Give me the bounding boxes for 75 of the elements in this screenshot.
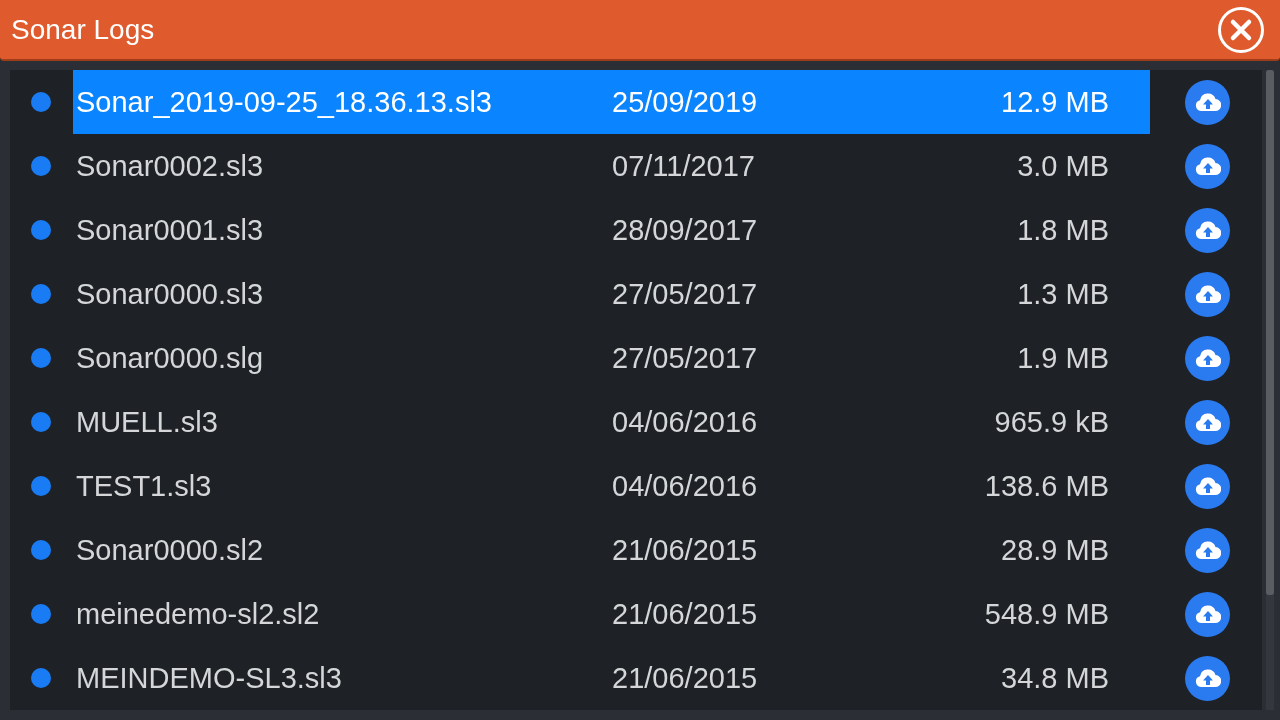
- upload-button[interactable]: [1185, 271, 1230, 317]
- file-name: Sonar0000.sl3: [75, 277, 265, 311]
- file-size: 3.0 MB: [1016, 149, 1109, 183]
- window-title: Sonar Logs: [11, 13, 155, 46]
- cloud-upload-icon: [1194, 668, 1221, 688]
- file-size: 12.9 MB: [1000, 85, 1109, 119]
- cloud-upload-icon: [1194, 604, 1221, 624]
- file-name: meinedemo-sl2.sl2: [75, 597, 321, 631]
- file-name: Sonar0002.sl3: [75, 149, 265, 183]
- bullet-icon: [31, 668, 51, 688]
- file-row[interactable]: Sonar_2019-09-25_18.36.13.sl3 25/09/2019 12.9 MB: [73, 70, 1150, 134]
- file-date: 04/06/2016: [612, 469, 759, 503]
- bullet-icon: [31, 348, 51, 368]
- upload-button[interactable]: [1185, 463, 1230, 509]
- file-date: 27/05/2017: [612, 341, 759, 375]
- close-button[interactable]: [1218, 6, 1264, 53]
- file-row[interactable]: Sonar0000.sl3 27/05/2017 1.3 MB: [73, 262, 1150, 326]
- bullet-icon: [31, 540, 51, 560]
- file-size: 548.9 MB: [983, 597, 1109, 631]
- file-size: 965.9 kB: [993, 405, 1109, 439]
- upload-button[interactable]: [1185, 527, 1230, 573]
- file-name: Sonar_2019-09-25_18.36.13.sl3: [75, 85, 493, 119]
- cloud-upload-icon: [1194, 540, 1221, 560]
- file-name: MUELL.sl3: [75, 405, 219, 439]
- cloud-upload-icon: [1194, 412, 1221, 432]
- bullet-icon: [31, 220, 51, 240]
- file-date: 21/06/2015: [612, 597, 759, 631]
- file-name: Sonar0001.sl3: [75, 213, 265, 247]
- bullet-icon: [31, 156, 51, 176]
- file-date: 25/09/2019: [612, 85, 759, 119]
- upload-button[interactable]: [1185, 399, 1230, 445]
- bullet-icon: [31, 412, 51, 432]
- scrollbar[interactable]: [1266, 70, 1274, 710]
- file-row[interactable]: meinedemo-sl2.sl2 21/06/2015 548.9 MB: [73, 582, 1150, 646]
- file-date: 07/11/2017: [612, 149, 756, 183]
- file-date: 04/06/2016: [612, 405, 759, 439]
- file-date: 21/06/2015: [612, 661, 759, 695]
- bullet-icon: [31, 284, 51, 304]
- upload-button[interactable]: [1185, 655, 1230, 701]
- close-icon: [1218, 6, 1264, 53]
- cloud-upload-icon: [1194, 156, 1221, 176]
- file-row[interactable]: Sonar0000.sl2 21/06/2015 28.9 MB: [73, 518, 1150, 582]
- file-size: 1.3 MB: [1016, 277, 1109, 311]
- file-row[interactable]: MUELL.sl3 04/06/2016 965.9 kB: [73, 390, 1150, 454]
- file-name: Sonar0000.sl2: [75, 533, 265, 567]
- cloud-upload-icon: [1194, 348, 1221, 368]
- bullet-icon: [31, 604, 51, 624]
- upload-button[interactable]: [1185, 591, 1230, 637]
- file-row[interactable]: Sonar0000.slg 27/05/2017 1.9 MB: [73, 326, 1150, 390]
- file-row[interactable]: Sonar0001.sl3 28/09/2017 1.8 MB: [73, 198, 1150, 262]
- file-size: 28.9 MB: [1000, 533, 1109, 567]
- upload-button[interactable]: [1185, 143, 1230, 189]
- scroll-thumb[interactable]: [1266, 70, 1274, 595]
- file-row[interactable]: MEINDEMO-SL3.sl3 21/06/2015 34.8 MB: [73, 646, 1150, 710]
- file-row[interactable]: TEST1.sl3 04/06/2016 138.6 MB: [73, 454, 1150, 518]
- file-size: 34.8 MB: [1000, 661, 1109, 695]
- file-name: MEINDEMO-SL3.sl3: [75, 661, 343, 695]
- bullet-icon: [31, 92, 51, 112]
- file-name: Sonar0000.slg: [75, 341, 265, 375]
- cloud-upload-icon: [1194, 92, 1221, 112]
- cloud-upload-icon: [1194, 284, 1221, 304]
- file-date: 27/05/2017: [612, 277, 759, 311]
- file-date: 28/09/2017: [612, 213, 759, 247]
- upload-button[interactable]: [1185, 79, 1230, 125]
- cloud-upload-icon: [1194, 476, 1221, 496]
- file-row[interactable]: Sonar0002.sl3 07/11/2017 3.0 MB: [73, 134, 1150, 198]
- file-size: 1.9 MB: [1016, 341, 1109, 375]
- file-size: 1.8 MB: [1016, 213, 1109, 247]
- file-name: TEST1.sl3: [75, 469, 213, 503]
- upload-button[interactable]: [1185, 335, 1230, 381]
- bullet-icon: [31, 476, 51, 496]
- cloud-upload-icon: [1194, 220, 1221, 240]
- file-size: 138.6 MB: [983, 469, 1109, 503]
- upload-button[interactable]: [1185, 207, 1230, 253]
- file-date: 21/06/2015: [612, 533, 759, 567]
